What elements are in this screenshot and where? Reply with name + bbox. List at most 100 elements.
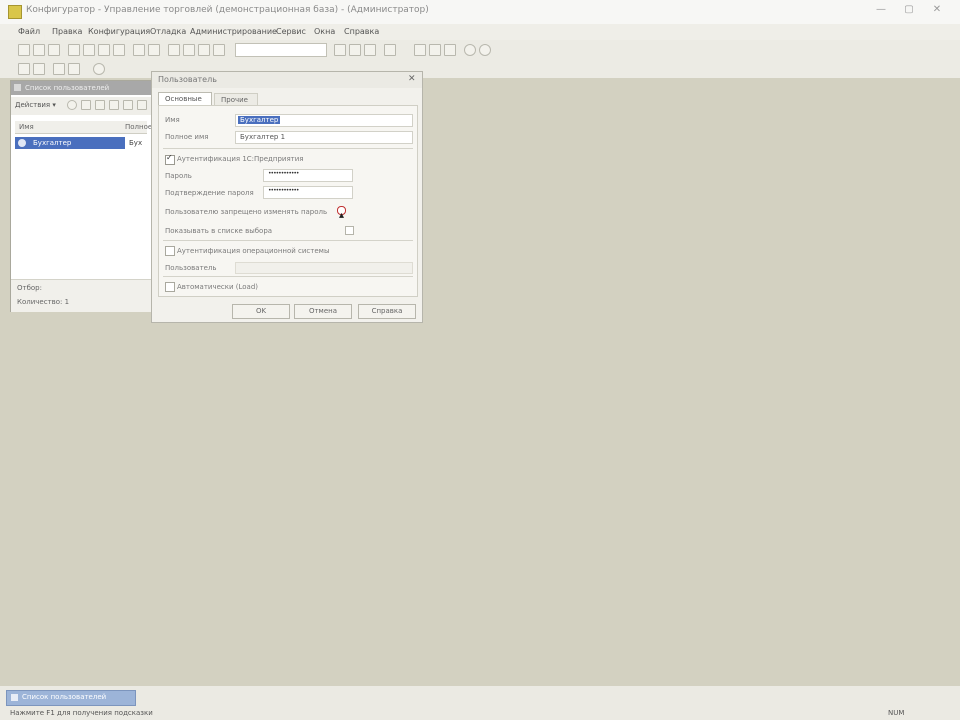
show-in-list-checkbox[interactable]: [345, 226, 354, 235]
close-button[interactable]: ✕: [926, 4, 948, 18]
update-config-icon[interactable]: [364, 44, 376, 56]
panel-title: Список пользователей: [25, 84, 110, 92]
copy-user-icon[interactable]: [81, 100, 91, 110]
about-icon[interactable]: [479, 44, 491, 56]
menu-help[interactable]: Справка: [344, 27, 379, 36]
row-user-fullname: Бух: [129, 139, 143, 147]
filter-icon[interactable]: [137, 100, 147, 110]
mouse-cursor-icon: ▴: [339, 210, 345, 221]
count-status: Количество: 1: [17, 298, 70, 306]
confirm-password-field[interactable]: ••••••••••••: [263, 186, 353, 199]
ok-button[interactable]: OK: [232, 304, 290, 319]
confirm-password-label: Подтверждение пароля: [165, 189, 254, 197]
app-icon: [8, 5, 22, 19]
minimize-button[interactable]: —: [870, 4, 892, 18]
users-list-panel: Список пользователей Действия ▾ Имя Полн…: [10, 80, 152, 312]
edit-icon[interactable]: [95, 100, 105, 110]
confirm-password-value: ••••••••••••: [268, 187, 299, 194]
users-icon: [14, 84, 21, 91]
tab-content: Имя Бухгалтер Полное имя Бухгалтер 1 ✓ А…: [158, 105, 418, 297]
os-user-field[interactable]: [235, 262, 413, 274]
menu-debug[interactable]: Отладка: [150, 27, 186, 36]
autocheck-label: Автоматически (Load): [177, 283, 259, 291]
menu-administration[interactable]: Администрирование: [190, 27, 277, 36]
search-go-icon[interactable]: [334, 44, 346, 56]
replace-icon[interactable]: [183, 44, 195, 56]
panel-toolbar: Действия ▾: [11, 97, 151, 115]
filter-status: Отбор:: [17, 284, 42, 292]
secondary-toolbar: [0, 60, 960, 78]
enterprise-run-icon[interactable]: [444, 44, 456, 56]
new-icon[interactable]: [18, 44, 30, 56]
column-fullname[interactable]: Полное: [125, 123, 152, 131]
name-label: Имя: [165, 116, 180, 124]
divider: [163, 276, 413, 277]
open-config-icon[interactable]: [349, 44, 361, 56]
auth-os-label: Аутентификация операционной системы: [177, 247, 330, 255]
paste-icon[interactable]: [98, 44, 110, 56]
properties-icon[interactable]: [33, 63, 45, 75]
tab-main[interactable]: Основные: [158, 92, 212, 106]
dialog-close-button[interactable]: ✕: [408, 74, 416, 84]
menu-bar: Файл Правка Конфигурация Отладка Админис…: [0, 24, 960, 40]
name-field[interactable]: Бухгалтер: [235, 114, 413, 127]
help-icon[interactable]: [464, 44, 476, 56]
auth-1c-label: Аутентификация 1С:Предприятия: [177, 155, 304, 163]
menu-configuration[interactable]: Конфигурация: [88, 27, 150, 36]
search-combo[interactable]: [235, 43, 327, 57]
sort-icon[interactable]: [123, 100, 133, 110]
menu-edit[interactable]: Правка: [52, 27, 82, 36]
sync-icon[interactable]: [93, 63, 105, 75]
panel-footer: Отбор: Количество: 1: [11, 279, 151, 312]
window-task-tab[interactable]: Список пользователей: [6, 690, 136, 706]
auth-1c-check-icon: ✓: [166, 153, 173, 162]
cancel-button[interactable]: Отмена: [294, 304, 352, 319]
password-field[interactable]: ••••••••••••: [263, 169, 353, 182]
delete-user-icon[interactable]: [109, 100, 119, 110]
password-value: ••••••••••••: [268, 170, 299, 177]
fullname-field[interactable]: Бухгалтер 1: [235, 131, 413, 144]
show-in-list-label: Показывать в списке выбора: [165, 227, 273, 235]
menu-windows[interactable]: Окна: [314, 27, 335, 36]
auth-os-checkbox[interactable]: [165, 246, 175, 256]
panel-title-bar: Список пользователей: [11, 81, 151, 95]
copy-icon[interactable]: [83, 44, 95, 56]
list-icon[interactable]: [53, 63, 65, 75]
undo-icon[interactable]: [133, 44, 145, 56]
tree-icon[interactable]: [18, 63, 30, 75]
bookmark-icon[interactable]: [213, 44, 225, 56]
syntax-check-icon[interactable]: [384, 44, 396, 56]
cut-icon[interactable]: [68, 44, 80, 56]
find-icon[interactable]: [168, 44, 180, 56]
cannot-change-password-label: Пользователю запрещено изменять пароль: [165, 208, 328, 216]
num-lock-indicator: NUM: [888, 709, 905, 717]
divider: [163, 240, 413, 241]
redo-icon[interactable]: [148, 44, 160, 56]
column-name[interactable]: Имя: [19, 123, 34, 131]
status-hint: Нажмите F1 для получения подсказки: [10, 709, 153, 717]
divider: [163, 148, 413, 149]
debug-run-icon[interactable]: [414, 44, 426, 56]
title-bar: Конфигуратор - Управление торговлей (дем…: [0, 0, 960, 24]
actions-dropdown[interactable]: Действия ▾: [15, 101, 56, 109]
password-label: Пароль: [165, 172, 192, 180]
fullname-value: Бухгалтер 1: [240, 133, 286, 141]
table-row[interactable]: Бухгалтер: [15, 137, 125, 149]
delete-icon[interactable]: [113, 44, 125, 56]
row-user-name: Бухгалтер: [33, 139, 72, 147]
maximize-button[interactable]: ▢: [898, 4, 920, 18]
debug-stop-icon[interactable]: [429, 44, 441, 56]
menu-service[interactable]: Сервис: [276, 27, 306, 36]
add-icon[interactable]: [67, 100, 77, 110]
goto-icon[interactable]: [198, 44, 210, 56]
dialog-title-bar: Пользователь ✕: [152, 72, 422, 88]
dialog-title: Пользователь: [158, 75, 217, 84]
task-label: Список пользователей: [22, 693, 107, 701]
save-icon[interactable]: [48, 44, 60, 56]
autocheck-checkbox[interactable]: [165, 282, 175, 292]
help-button[interactable]: Справка: [358, 304, 416, 319]
menu-file[interactable]: Файл: [18, 27, 40, 36]
open-icon[interactable]: [33, 44, 45, 56]
table-icon[interactable]: [68, 63, 80, 75]
fullname-label: Полное имя: [165, 133, 209, 141]
